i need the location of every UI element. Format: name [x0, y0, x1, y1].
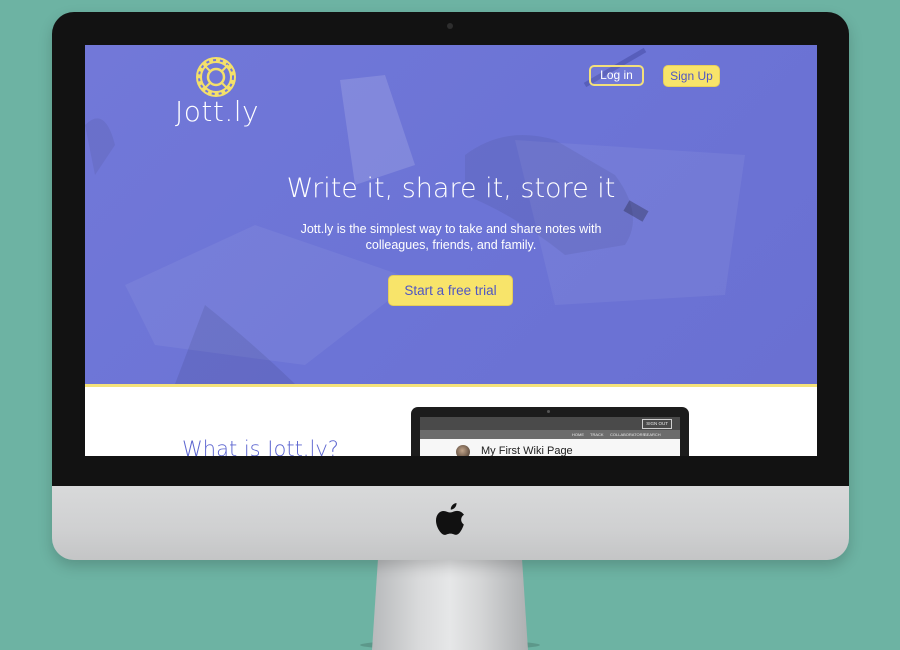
laptop-preview-screen: SIGN OUT HOME TRACK COLLABORATORS SEARCH…	[420, 417, 680, 456]
preview-nav-home: HOME	[572, 432, 584, 437]
website-screen: Jott.ly Log in Sign Up Write it, share i…	[85, 45, 817, 456]
preview-nav: HOME TRACK COLLABORATORS SEARCH	[420, 430, 680, 439]
start-trial-button[interactable]: Start a free trial	[388, 275, 513, 306]
hero-headline: Write it, share it, store it	[286, 173, 616, 204]
preview-nav-search: SEARCH	[644, 432, 661, 437]
monitor-stand	[372, 555, 528, 650]
monitor-bezel: Jott.ly Log in Sign Up Write it, share i…	[52, 12, 849, 486]
login-button[interactable]: Log in	[589, 65, 644, 86]
laptop-preview-image: SIGN OUT HOME TRACK COLLABORATORS SEARCH…	[411, 407, 689, 456]
preview-nav-collaborators: COLLABORATORS	[610, 432, 646, 437]
preview-page-title: My First Wiki Page	[481, 445, 573, 456]
hero-divider	[85, 384, 817, 387]
preview-topbar: SIGN OUT	[420, 417, 680, 430]
laptop-camera-icon	[547, 410, 550, 413]
imac-monitor: Jott.ly Log in Sign Up Write it, share i…	[52, 12, 849, 560]
section-title: What is Jott.ly?	[182, 437, 339, 456]
jottly-logo-icon	[196, 57, 236, 97]
hero-subtext: Jott.ly is the simplest way to take and …	[300, 222, 602, 252]
apple-logo-icon	[436, 503, 464, 535]
preview-signout-button: SIGN OUT	[642, 419, 672, 429]
camera-icon	[447, 23, 453, 29]
brand-logo-text: Jott.ly	[175, 95, 260, 128]
signup-button[interactable]: Sign Up	[663, 65, 720, 87]
hero-section: Jott.ly Log in Sign Up Write it, share i…	[85, 45, 817, 384]
preview-avatar	[456, 445, 470, 456]
preview-nav-track: TRACK	[590, 432, 604, 437]
